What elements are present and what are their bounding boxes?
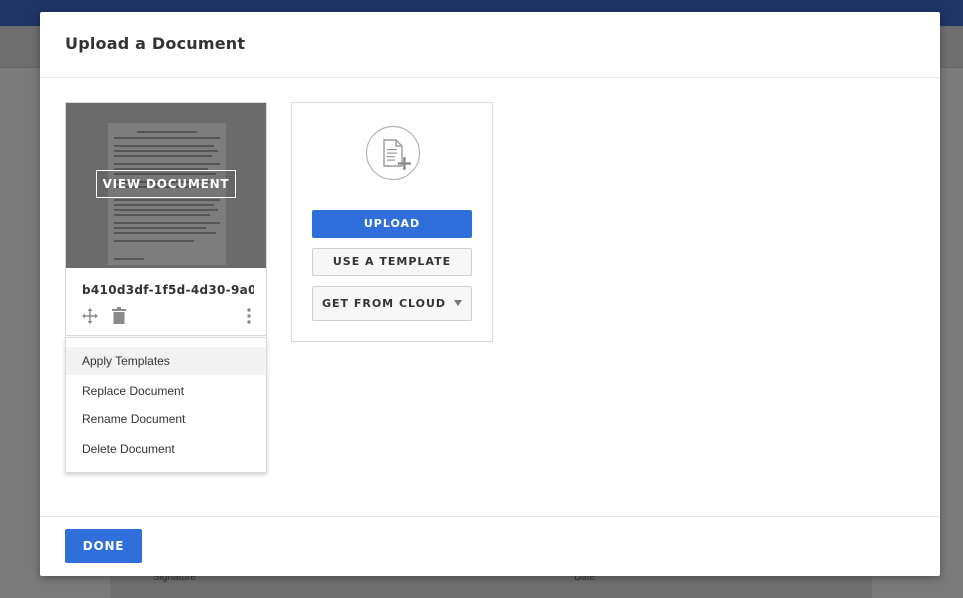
get-from-cloud-label: GET FROM CLOUD: [321, 297, 447, 310]
upload-button[interactable]: UPLOAD: [312, 210, 472, 238]
trash-icon[interactable]: [111, 307, 127, 329]
chevron-down-icon: [454, 300, 463, 306]
document-options-menu: Apply Templates Replace Document Rename …: [65, 337, 267, 473]
upload-document-modal: Upload a Document VIEW DOCUMENT b410d3df…: [40, 12, 940, 576]
more-vert-icon[interactable]: [246, 307, 252, 329]
menu-item-replace-document[interactable]: Replace Document: [66, 377, 266, 405]
footer-divider: [40, 516, 940, 517]
document-card: VIEW DOCUMENT b410d3df-1f5d-4d30-9a0c-..…: [65, 102, 267, 336]
menu-item-apply-templates[interactable]: Apply Templates: [66, 347, 266, 375]
header-divider: [40, 77, 940, 78]
add-document-icon: [365, 125, 421, 181]
menu-item-delete-document[interactable]: Delete Document: [66, 435, 266, 463]
move-icon[interactable]: [82, 308, 98, 328]
view-document-button[interactable]: VIEW DOCUMENT: [96, 170, 236, 198]
done-button[interactable]: DONE: [65, 529, 142, 563]
use-template-button[interactable]: USE A TEMPLATE: [312, 248, 472, 276]
document-actions: [82, 307, 254, 327]
document-name: b410d3df-1f5d-4d30-9a0c-...: [82, 283, 254, 297]
document-thumbnail[interactable]: VIEW DOCUMENT: [66, 103, 266, 268]
modal-title: Upload a Document: [65, 34, 246, 53]
upload-panel: UPLOAD USE A TEMPLATE GET FROM CLOUD: [291, 102, 493, 342]
get-from-cloud-button[interactable]: GET FROM CLOUD: [312, 286, 472, 321]
menu-item-rename-document[interactable]: Rename Document: [66, 405, 266, 433]
